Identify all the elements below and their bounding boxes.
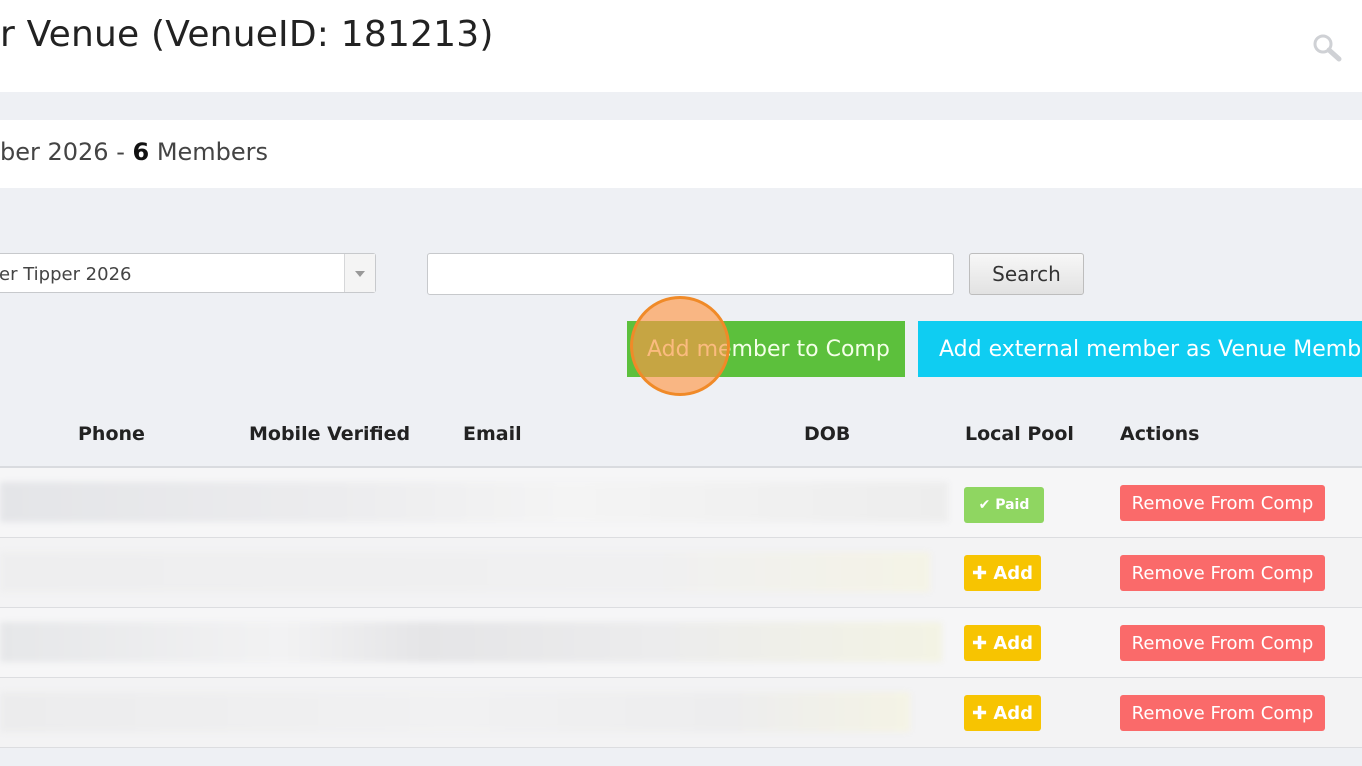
check-icon: ✔ bbox=[978, 497, 996, 513]
add-external-member-button[interactable]: Add external member as Venue Member bbox=[918, 321, 1362, 377]
competition-name: ber 2026 - bbox=[0, 138, 133, 166]
search-button[interactable]: Search bbox=[969, 253, 1084, 295]
column-header-local-pool: Local Pool bbox=[965, 423, 1074, 445]
table-row: ✔ Paid Remove From Comp bbox=[0, 468, 1362, 538]
local-pool-paid-badge: ✔ Paid bbox=[964, 487, 1044, 523]
column-header-phone: Phone bbox=[78, 423, 145, 445]
table-row: ✚ Add Remove From Comp bbox=[0, 608, 1362, 678]
redacted-member-details bbox=[0, 482, 948, 522]
column-header-dob: DOB bbox=[804, 423, 851, 445]
column-header-actions: Actions bbox=[1120, 423, 1200, 445]
table-row: ✚ Add Remove From Comp bbox=[0, 678, 1362, 748]
remove-from-comp-button[interactable]: Remove From Comp bbox=[1120, 485, 1325, 521]
table-row: ✚ Add Remove From Comp bbox=[0, 538, 1362, 608]
redacted-member-details bbox=[0, 552, 930, 592]
local-pool-add-button[interactable]: ✚ Add bbox=[964, 695, 1041, 731]
search-icon[interactable] bbox=[1312, 33, 1342, 63]
chevron-down-icon[interactable] bbox=[344, 254, 375, 292]
redacted-member-details bbox=[0, 622, 942, 662]
add-member-to-comp-button[interactable]: Add member to Comp bbox=[627, 321, 905, 377]
remove-from-comp-button[interactable]: Remove From Comp bbox=[1120, 625, 1325, 661]
search-input[interactable] bbox=[427, 253, 954, 295]
plus-icon: ✚ bbox=[971, 563, 994, 584]
competition-select-value: er Tipper 2026 bbox=[0, 264, 132, 285]
members-label: Members bbox=[149, 138, 269, 166]
remove-from-comp-button[interactable]: Remove From Comp bbox=[1120, 555, 1325, 591]
competition-select[interactable]: er Tipper 2026 bbox=[0, 253, 376, 293]
page-title: r Venue (VenueID: 181213) bbox=[0, 14, 494, 55]
competition-summary: ber 2026 - 6 Members bbox=[0, 138, 268, 166]
redacted-member-details bbox=[0, 692, 910, 732]
member-count: 6 bbox=[132, 138, 150, 166]
local-pool-add-button[interactable]: ✚ Add bbox=[964, 625, 1041, 661]
column-header-email: Email bbox=[463, 423, 522, 445]
remove-from-comp-button[interactable]: Remove From Comp bbox=[1120, 695, 1325, 731]
local-pool-add-button[interactable]: ✚ Add bbox=[964, 555, 1041, 591]
plus-icon: ✚ bbox=[971, 703, 994, 724]
plus-icon: ✚ bbox=[971, 633, 994, 654]
column-header-mobile-verified: Mobile Verified bbox=[249, 423, 411, 445]
